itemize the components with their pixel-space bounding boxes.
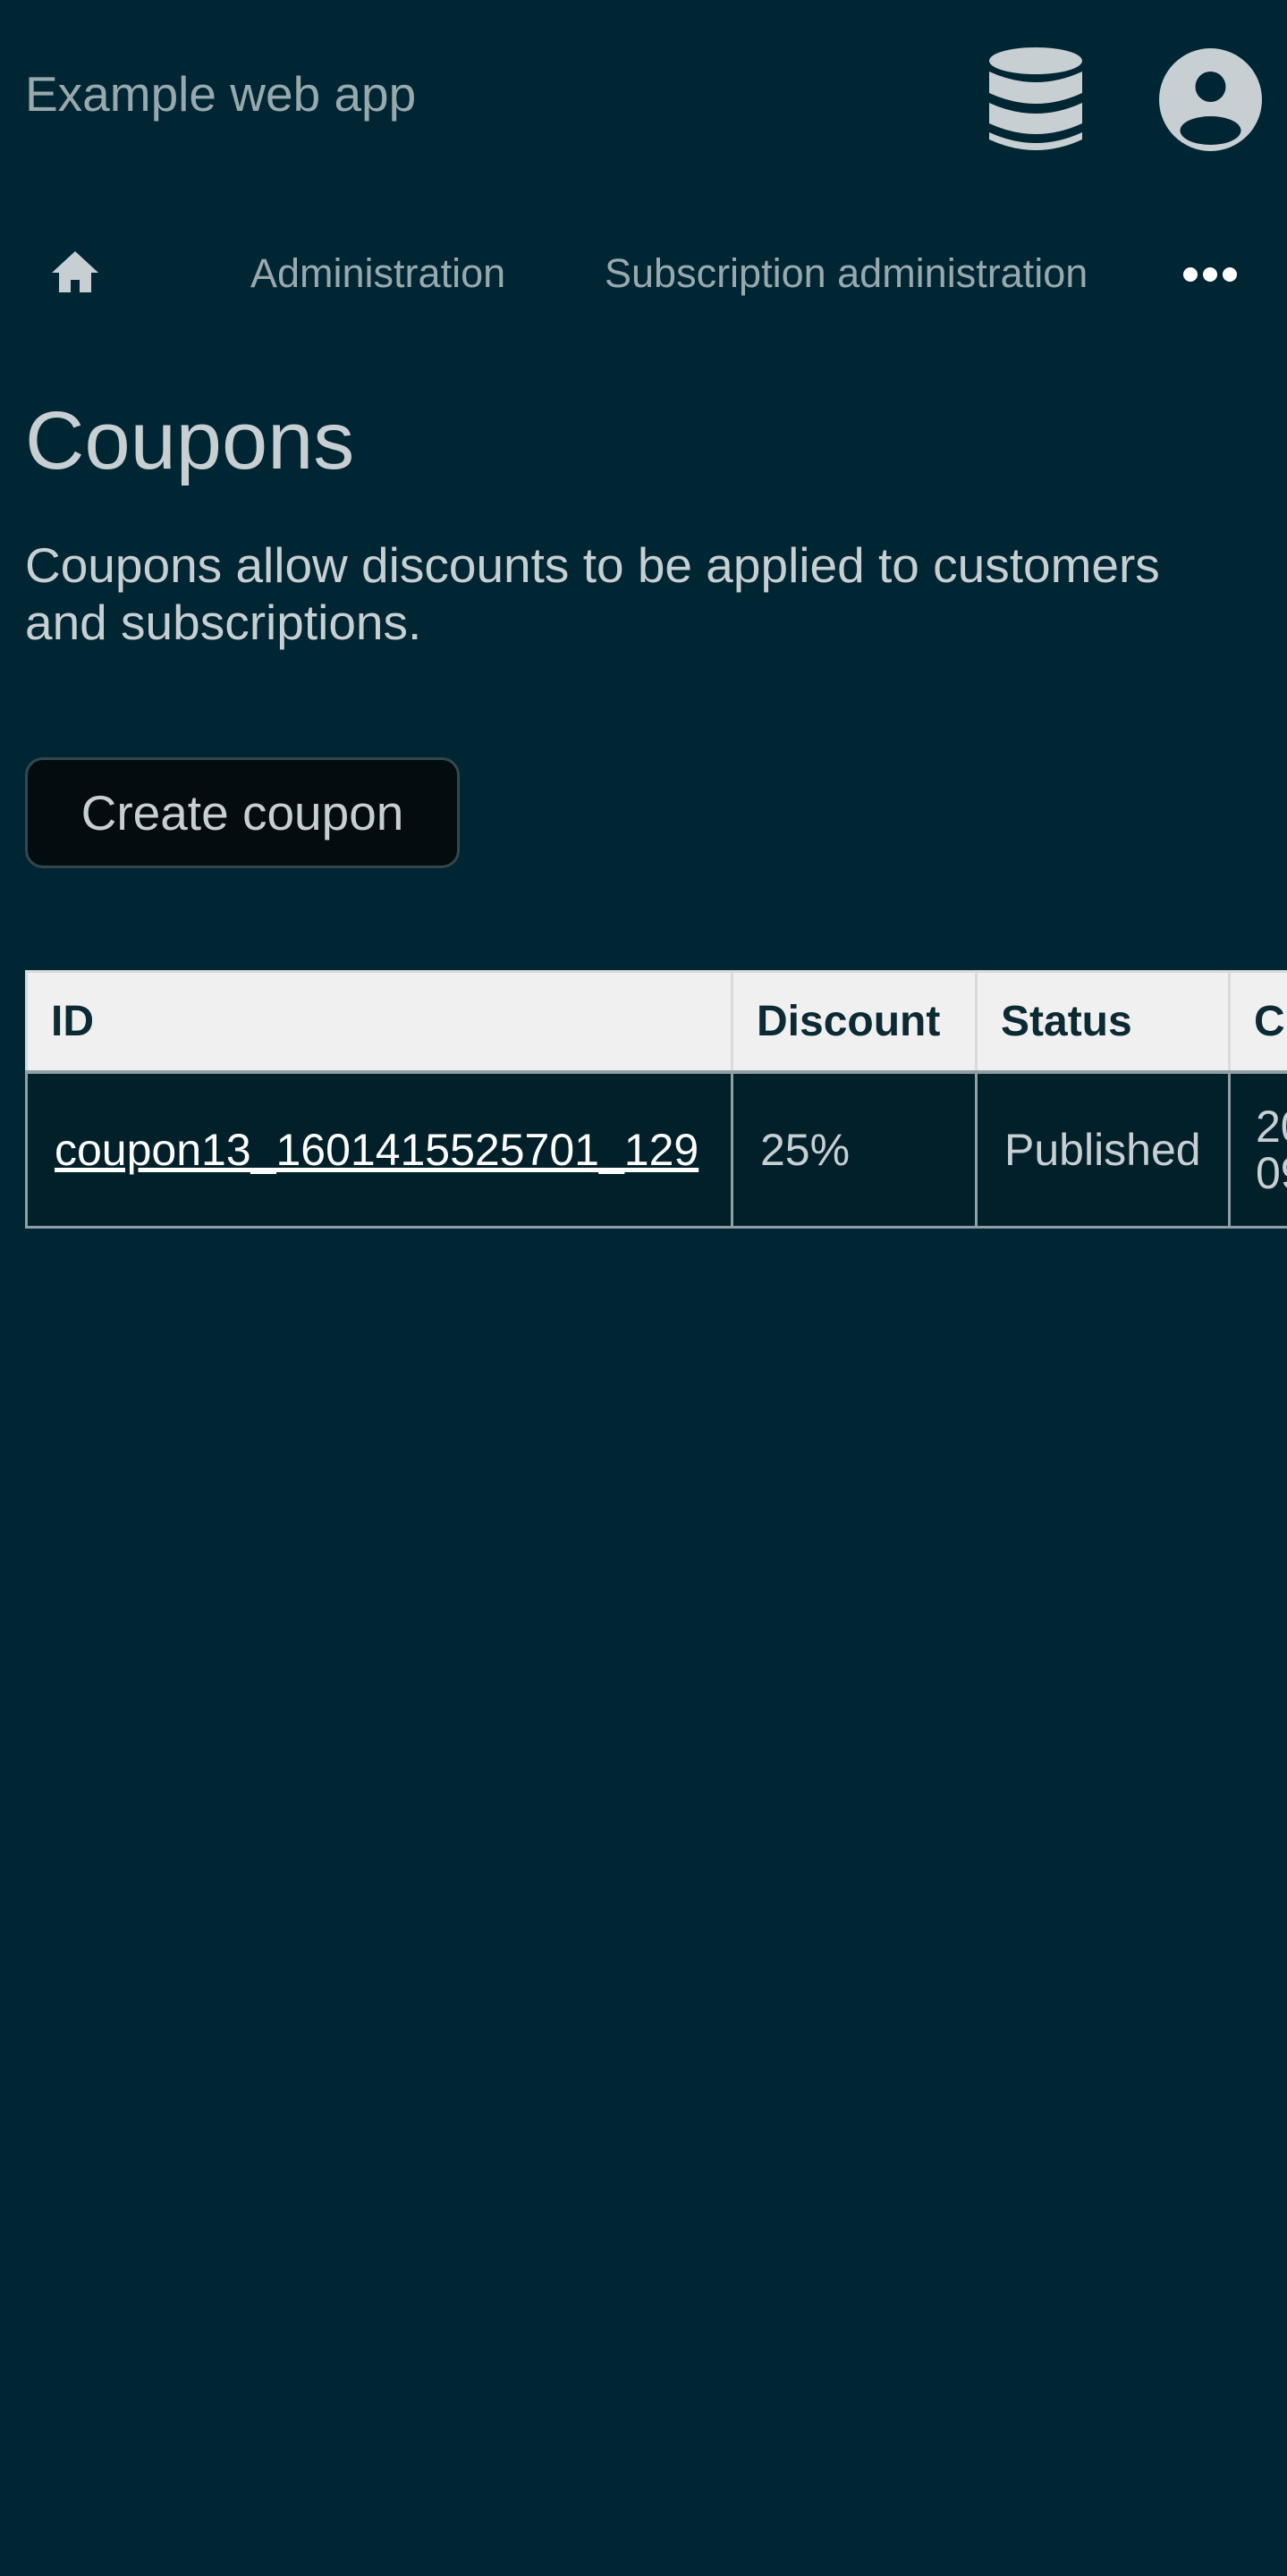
user-account-icon[interactable] bbox=[1159, 48, 1262, 151]
create-coupon-button[interactable]: Create coupon bbox=[25, 757, 460, 868]
app-header: Example web app bbox=[0, 0, 1287, 192]
column-header-id: ID bbox=[25, 970, 733, 1074]
coupons-table-container[interactable]: ID Discount Status C coupon13_1601415525… bbox=[25, 970, 1287, 1229]
more-horizontal-icon[interactable] bbox=[1182, 264, 1238, 285]
coupon-created-cell: 20 09 bbox=[1228, 1070, 1287, 1229]
database-icon[interactable] bbox=[986, 46, 1085, 152]
coupon-id-cell: coupon13_1601415525701_129 bbox=[25, 1070, 733, 1229]
coupon-status-cell: Published bbox=[975, 1070, 1231, 1229]
coupon-id-link[interactable]: coupon13_1601415525701_129 bbox=[55, 1125, 699, 1175]
nav-item-administration[interactable]: Administration bbox=[250, 249, 505, 299]
table-row: coupon13_1601415525701_129 25% Published… bbox=[25, 1070, 1287, 1229]
column-header-discount: Discount bbox=[731, 970, 978, 1074]
main-navigation: Administration Subscription administrati… bbox=[0, 224, 1287, 324]
table-header-row: ID Discount Status C bbox=[25, 970, 1287, 1074]
coupons-table: ID Discount Status C coupon13_1601415525… bbox=[25, 970, 1287, 1229]
created-line-2: 09 bbox=[1256, 1147, 1287, 1198]
home-icon[interactable] bbox=[48, 246, 102, 300]
created-line-1: 20 bbox=[1256, 1101, 1287, 1152]
column-header-status: Status bbox=[975, 970, 1231, 1074]
page-description: Coupons allow discounts to be applied to… bbox=[25, 537, 1160, 650]
page-title: Coupons bbox=[25, 395, 355, 486]
column-header-created: C bbox=[1228, 970, 1287, 1074]
nav-item-subscription-administration[interactable]: Subscription administration bbox=[605, 249, 1088, 299]
app-title[interactable]: Example web app bbox=[25, 64, 416, 123]
coupon-discount-cell: 25% bbox=[731, 1070, 978, 1229]
